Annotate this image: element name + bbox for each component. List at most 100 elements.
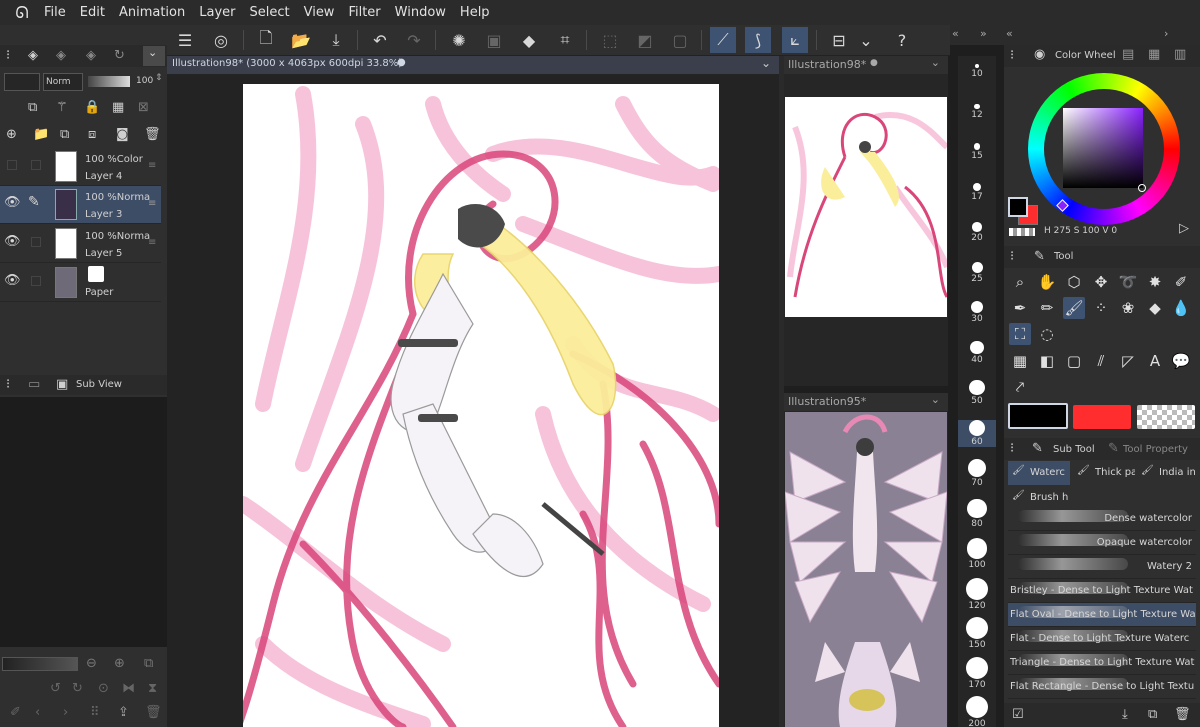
layer-mask-icon[interactable]: ◙ xyxy=(116,127,129,142)
eraser-tool-icon[interactable]: ◆ xyxy=(1144,297,1166,319)
airbrush-tool-icon[interactable]: ⁘ xyxy=(1090,297,1112,319)
color-set-tab-icon[interactable]: ▦ xyxy=(1148,47,1160,62)
subtool-item[interactable]: Dense watercolor xyxy=(1008,507,1196,531)
brush-size-item[interactable]: 170 xyxy=(958,656,996,690)
tool-property-tab-icon[interactable]: ✎ xyxy=(1108,441,1119,456)
navigator-tab[interactable]: Illustration95* ⌄ xyxy=(784,393,948,411)
pencil-tool-icon[interactable]: ✏ xyxy=(1036,297,1058,319)
grid-view-icon[interactable]: ⠿ xyxy=(90,705,100,720)
layer-property-tab-icon[interactable]: ◈ xyxy=(56,48,66,63)
pencil-icon[interactable]: ✎ xyxy=(28,194,40,210)
lock-transparency-icon[interactable]: ▦ xyxy=(112,100,124,115)
text-tool-icon[interactable]: A xyxy=(1144,350,1166,372)
layer-name[interactable]: Paper xyxy=(85,287,113,298)
color-mode-icon[interactable]: ▷ xyxy=(1179,221,1189,236)
brush-size-item[interactable]: 60 xyxy=(958,419,996,448)
undo-icon[interactable]: ↶ xyxy=(367,27,393,53)
layer-name[interactable]: Layer 4 xyxy=(85,171,122,182)
flip-horizontal-icon[interactable]: ⧓ xyxy=(122,681,135,696)
visibility-toggle[interactable] xyxy=(7,160,17,170)
eye-icon[interactable]: 👁 xyxy=(4,234,21,249)
layer-name[interactable]: Layer 5 xyxy=(85,248,122,259)
next-icon[interactable]: › xyxy=(63,705,68,720)
subtool-item[interactable]: Flat - Dense to Light Texture Waterc xyxy=(1008,627,1196,651)
drag-handle-icon[interactable]: ⁝ xyxy=(1010,441,1014,456)
previous-icon[interactable]: ‹ xyxy=(35,705,40,720)
tab-subtool[interactable]: Sub Tool xyxy=(1053,444,1095,455)
sub-color-chip[interactable] xyxy=(1073,405,1131,429)
app-logo-icon[interactable]: ᘏ xyxy=(0,0,44,25)
menu-select[interactable]: Select xyxy=(249,5,289,20)
ruler-snap-icon[interactable]: ⟋ xyxy=(710,27,736,53)
document-tab[interactable]: Illustration98* (3000 x 4063px 600dpi 33… xyxy=(167,56,779,74)
brush-size-item[interactable]: 17 xyxy=(958,182,996,202)
operation-tool-icon[interactable]: ⬡ xyxy=(1063,271,1085,293)
subtool-item[interactable]: Watery 2 xyxy=(1008,555,1196,579)
rotate-right-icon[interactable]: ↻ xyxy=(72,681,83,696)
zoom-out-icon[interactable]: ⊖ xyxy=(86,656,97,671)
saturation-value-square[interactable] xyxy=(1063,108,1143,188)
trash-icon[interactable]: 🗑 xyxy=(144,127,161,142)
trash-icon[interactable]: 🗑 xyxy=(145,705,162,720)
brush-size-item[interactable]: 15 xyxy=(958,143,996,161)
drag-handle-icon[interactable]: ⁝ xyxy=(6,377,10,392)
blend-mode-select[interactable]: Norm xyxy=(43,73,83,91)
blend-tool-icon[interactable]: 💧 xyxy=(1170,297,1192,319)
menu-edit[interactable]: Edit xyxy=(80,5,105,20)
brush-size-item[interactable]: 12 xyxy=(958,103,996,120)
drag-handle-icon[interactable]: ≡ xyxy=(148,160,156,171)
lock-icon[interactable]: 🔒 xyxy=(84,100,100,115)
subtool-tab-icon[interactable]: ✎ xyxy=(1032,441,1043,456)
flip-vertical-icon[interactable]: ⧗ xyxy=(148,681,157,696)
subtool-settings-icon[interactable]: ☑ xyxy=(1012,707,1024,722)
drag-handle-icon[interactable]: ⁝ xyxy=(1010,249,1014,264)
layer-color-button[interactable] xyxy=(4,73,40,91)
brush-size-item[interactable]: 80 xyxy=(958,498,996,529)
transform-icon[interactable]: ⌗ xyxy=(552,27,578,53)
sv-picker-handle[interactable] xyxy=(1138,184,1146,192)
special-ruler-snap-icon[interactable]: ⟆ xyxy=(745,27,771,53)
zoom-in-icon[interactable]: ⊕ xyxy=(114,656,125,671)
lasso-tool-icon[interactable]: ➰ xyxy=(1117,271,1139,293)
navigator-tab[interactable]: Illustration98* ● ⌄ xyxy=(784,56,948,74)
search-layer-tab-icon[interactable]: ◈ xyxy=(86,48,96,63)
panel-menu-button[interactable]: ⌄ xyxy=(143,46,165,66)
subtool-item[interactable]: Triangle - Dense to Light Texture Wat xyxy=(1008,651,1196,675)
deselect-icon[interactable]: ⬚ xyxy=(597,27,623,53)
gradient-tool-icon[interactable]: ◧ xyxy=(1036,350,1058,372)
collapse-left-icon[interactable]: « xyxy=(1006,27,1013,40)
transparent-color-swatch[interactable] xyxy=(1009,228,1035,236)
frame-border-tool-icon[interactable]: ⫽ xyxy=(1090,350,1112,372)
duplicate-subtool-icon[interactable]: ⧉ xyxy=(1148,707,1157,722)
chevron-down-icon[interactable]: ⌄ xyxy=(853,27,879,53)
new-raster-layer-icon[interactable]: ⊕ xyxy=(6,127,17,142)
eye-icon[interactable]: 👁 xyxy=(4,195,21,210)
hamburger-menu-icon[interactable]: ☰ xyxy=(172,27,198,53)
open-folder-icon[interactable]: 📂 xyxy=(288,27,314,53)
brush-size-item[interactable]: 20 xyxy=(958,222,996,243)
opacity-slider[interactable] xyxy=(88,76,130,87)
zoom-slider[interactable] xyxy=(2,657,78,671)
subtool-group-india-ink[interactable]: 🖌 India in xyxy=(1137,461,1199,485)
brush-size-item[interactable]: 30 xyxy=(958,301,996,324)
brush-size-item[interactable]: 10 xyxy=(958,64,996,79)
intermediate-color-tab-icon[interactable]: ▥ xyxy=(1174,47,1186,62)
eyedropper-icon[interactable]: ✐ xyxy=(10,705,21,720)
eye-icon[interactable]: 👁 xyxy=(4,273,21,288)
subtool-item[interactable]: Flat Rectangle - Dense to Light Textu xyxy=(1008,675,1196,699)
redo-icon[interactable]: ↷ xyxy=(401,27,427,53)
collapse-right-icon[interactable]: › xyxy=(1164,27,1168,40)
brush-tool-icon[interactable]: 🖌 xyxy=(1063,297,1085,319)
loading-icon[interactable]: ✺ xyxy=(446,27,472,53)
brush-size-item[interactable]: 150 xyxy=(958,617,996,650)
subtool-group-thick-paint[interactable]: 🖌 Thick pa xyxy=(1073,461,1135,485)
brush-size-item[interactable]: 25 xyxy=(958,261,996,284)
grid-snap-icon[interactable]: ⟀ xyxy=(782,27,808,53)
rotate-left-icon[interactable]: ↺ xyxy=(50,681,61,696)
hand-tool-icon[interactable]: ✋ xyxy=(1036,271,1058,293)
eyedropper-tool-icon[interactable]: ✐ xyxy=(1170,271,1192,293)
edit-target-toggle[interactable] xyxy=(31,276,41,286)
fill-tool-icon[interactable]: ▦ xyxy=(1009,350,1031,372)
layer-row[interactable]: 100 %Color Layer 4 ≡ xyxy=(0,148,161,186)
color-slider-tab-icon[interactable]: ▤ xyxy=(1122,47,1134,62)
